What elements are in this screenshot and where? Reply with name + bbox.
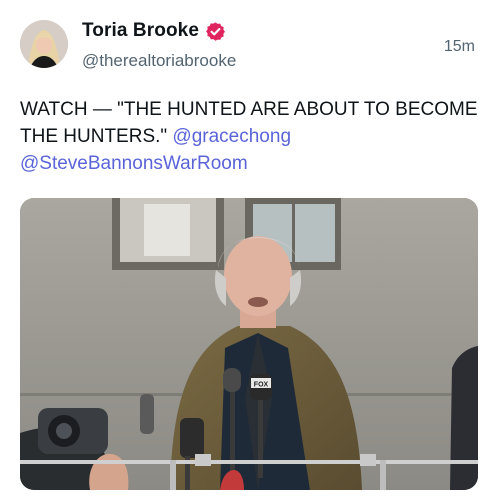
verified-badge-icon — [205, 21, 226, 42]
author-handle[interactable]: @therealtoriabrooke — [82, 51, 236, 71]
tweet-text: WATCH — "THE HUNTED ARE ABOUT TO BECOME … — [20, 96, 480, 177]
author-name-row: Toria Brooke — [82, 20, 226, 42]
tweet-media-photo[interactable]: FOX — [20, 198, 478, 490]
mention-link[interactable]: @gracechong — [172, 126, 291, 147]
mention-link[interactable]: @SteveBannonsWarRoom — [20, 153, 248, 174]
tweet-timestamp[interactable]: 15m — [444, 38, 475, 56]
author-display-name[interactable]: Toria Brooke — [82, 20, 199, 42]
tweet-card[interactable]: Toria Brooke @therealtoriabrooke 15m WAT… — [0, 0, 497, 500]
mic-flag-label: FOX — [254, 382, 269, 389]
profile-avatar[interactable] — [20, 20, 68, 68]
